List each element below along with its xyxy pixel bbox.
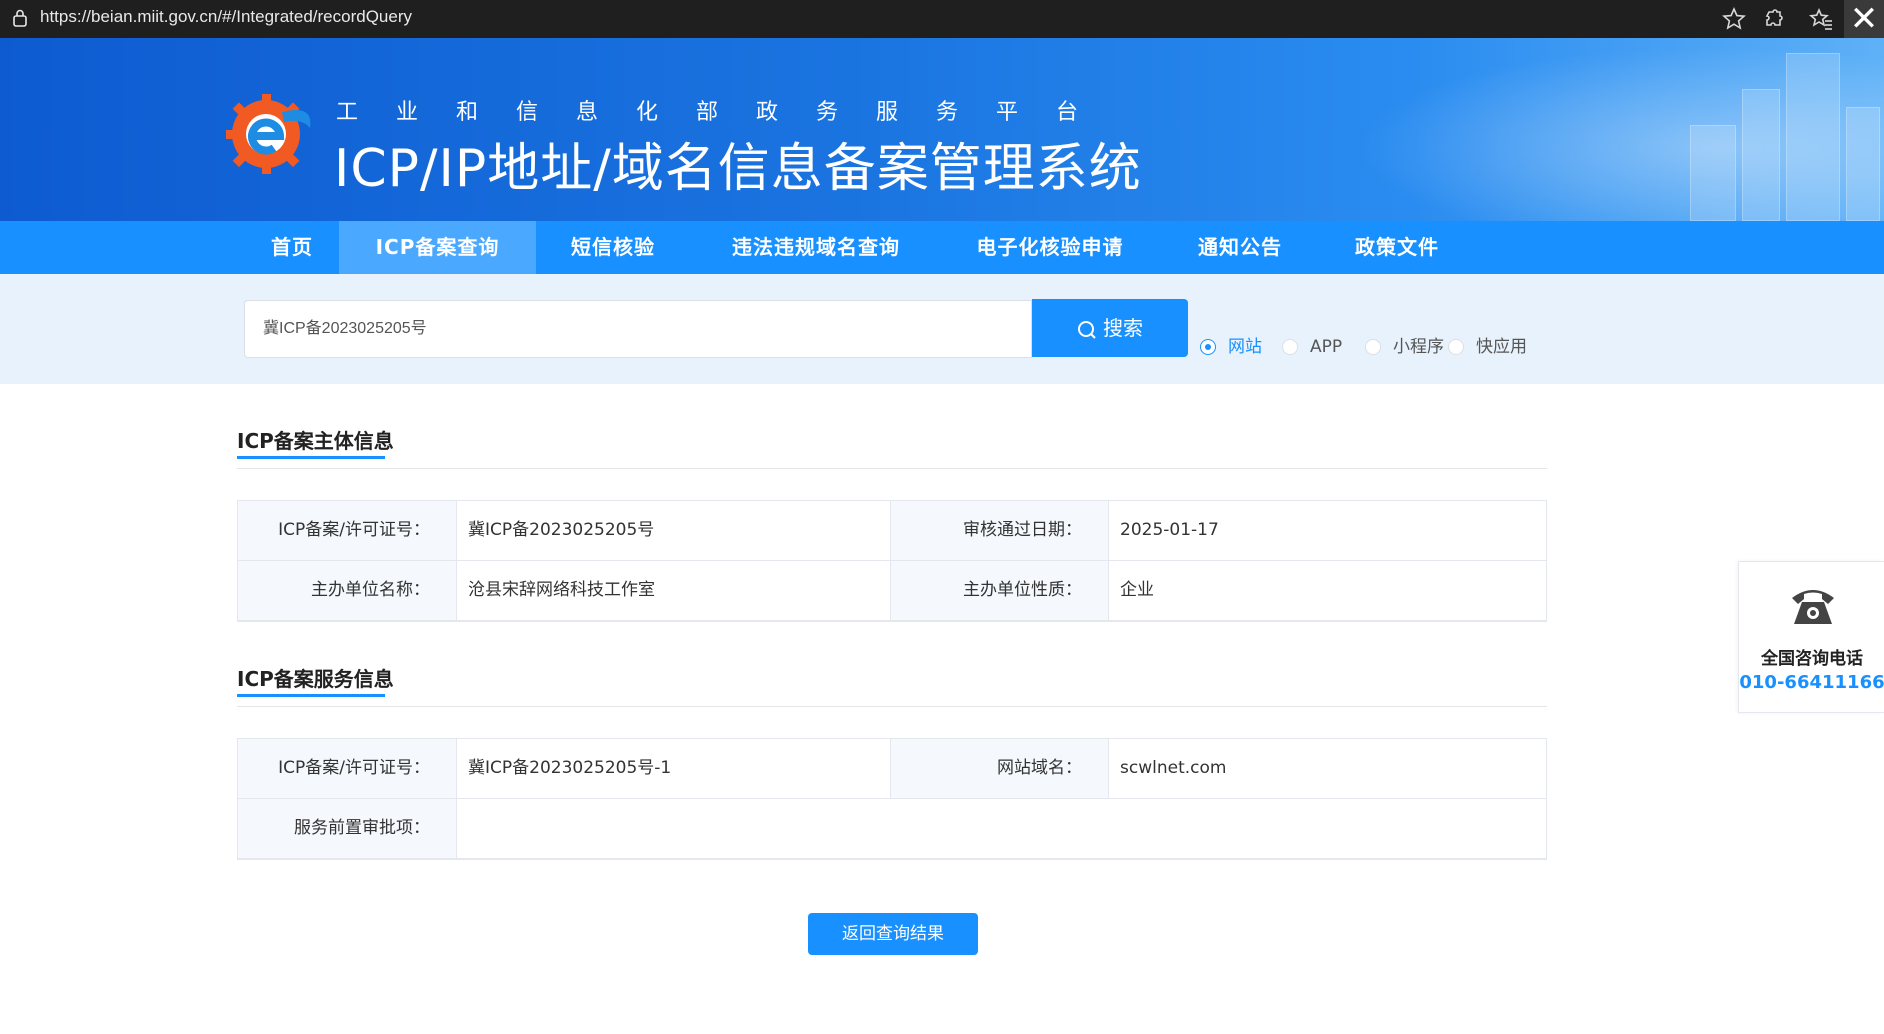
search-type-app[interactable]: APP bbox=[1282, 336, 1352, 358]
consult-title: 全国咨询电话 bbox=[1761, 649, 1863, 669]
phone-icon bbox=[1792, 590, 1834, 624]
search-type-quickapp[interactable]: 快应用 bbox=[1448, 336, 1528, 358]
section-underline bbox=[237, 456, 385, 459]
header-subtitle: 工业和信息化部政务服务平台 bbox=[336, 100, 1117, 125]
search-icon bbox=[1078, 320, 1096, 339]
field-value: 冀ICP备2023025205号 bbox=[468, 520, 655, 540]
banner-building bbox=[1742, 89, 1780, 221]
field-label: 审核通过日期： bbox=[890, 501, 1108, 560]
field-label: 服务前置审批项： bbox=[238, 799, 456, 858]
table-row: 服务前置审批项： bbox=[238, 799, 1546, 859]
column-divider bbox=[1108, 739, 1109, 798]
table-row: 主办单位名称： 沧县宋辞网络科技工作室 主办单位性质： 企业 bbox=[238, 561, 1546, 621]
banner-building bbox=[1846, 107, 1880, 221]
main-nav: 首页 ICP备案查询 短信核验 违法违规域名查询 电子化核验申请 通知公告 政策… bbox=[0, 221, 1884, 274]
radio-label: 小程序 bbox=[1393, 337, 1444, 357]
header-banner: 工业和信息化部政务服务平台 ICP/IP地址/域名信息备案管理系统 bbox=[0, 38, 1884, 221]
radio-label: 快应用 bbox=[1476, 337, 1527, 357]
search-button-label: 搜索 bbox=[1103, 316, 1143, 340]
service-table: ICP备案/许可证号： 冀ICP备2023025205号-1 网站域名： scw… bbox=[237, 738, 1547, 860]
column-divider bbox=[1108, 501, 1109, 621]
address-bar-url[interactable]: https://beian.miit.gov.cn/#/Integrated/r… bbox=[40, 7, 412, 27]
consult-hotline-widget[interactable]: 全国咨询电话 010-66411166 bbox=[1738, 561, 1884, 713]
subject-table: ICP备案/许可证号： 冀ICP备2023025205号 审核通过日期： 202… bbox=[237, 500, 1547, 622]
field-value: 冀ICP备2023025205号-1 bbox=[468, 758, 672, 778]
nav-item-sms-verify[interactable]: 短信核验 bbox=[548, 221, 678, 274]
field-value: 沧县宋辞网络科技工作室 bbox=[468, 580, 655, 600]
field-value: scwlnet.com bbox=[1120, 758, 1227, 778]
miit-logo-icon bbox=[226, 94, 311, 174]
column-divider bbox=[890, 501, 891, 621]
radio-label: 网站 bbox=[1228, 337, 1262, 357]
column-divider bbox=[456, 739, 457, 859]
radio-dot bbox=[1200, 339, 1216, 355]
radio-label: APP bbox=[1310, 337, 1343, 357]
extensions-icon[interactable] bbox=[1760, 6, 1786, 32]
header-title: ICP/IP地址/域名信息备案管理系统 bbox=[334, 139, 1142, 199]
section-underline bbox=[237, 694, 385, 697]
field-label: ICP备案/许可证号： bbox=[238, 501, 456, 560]
banner-building bbox=[1786, 53, 1840, 221]
nav-item-illegal-domain[interactable]: 违法违规域名查询 bbox=[706, 221, 926, 274]
close-icon[interactable]: ✕ bbox=[1844, 0, 1884, 40]
nav-item-home[interactable]: 首页 bbox=[238, 221, 346, 274]
radio-dot bbox=[1365, 339, 1381, 355]
back-to-results-button[interactable]: 返回查询结果 bbox=[808, 913, 978, 955]
field-value: 企业 bbox=[1120, 580, 1154, 600]
field-label: 网站域名： bbox=[890, 739, 1108, 798]
field-value: 2025-01-17 bbox=[1120, 520, 1219, 540]
consult-phone[interactable]: 010-66411166 bbox=[1739, 672, 1884, 693]
search-input[interactable]: 冀ICP备2023025205号 bbox=[244, 300, 1032, 358]
browser-toolbar: https://beian.miit.gov.cn/#/Integrated/r… bbox=[0, 0, 1884, 40]
lock-icon[interactable] bbox=[12, 9, 28, 27]
field-label: 主办单位性质： bbox=[890, 561, 1108, 620]
subject-section-title: ICP备案主体信息 bbox=[237, 429, 394, 453]
section-divider bbox=[237, 706, 1547, 707]
nav-item-notices[interactable]: 通知公告 bbox=[1180, 221, 1300, 274]
search-button[interactable]: 搜索 bbox=[1032, 299, 1188, 357]
star-icon[interactable] bbox=[1721, 6, 1747, 32]
field-label: 主办单位名称： bbox=[238, 561, 456, 620]
field-label: ICP备案/许可证号： bbox=[238, 739, 456, 798]
radio-dot bbox=[1282, 339, 1298, 355]
favorites-icon[interactable] bbox=[1808, 6, 1834, 32]
banner-building bbox=[1690, 125, 1736, 221]
radio-dot bbox=[1448, 339, 1464, 355]
nav-item-policies[interactable]: 政策文件 bbox=[1336, 221, 1458, 274]
nav-item-e-verify[interactable]: 电子化核验申请 bbox=[960, 221, 1140, 274]
nav-item-icp-query[interactable]: ICP备案查询 bbox=[339, 221, 536, 274]
search-type-website[interactable]: 网站 bbox=[1200, 336, 1270, 358]
search-type-miniprogram[interactable]: 小程序 bbox=[1365, 336, 1445, 358]
column-divider bbox=[890, 739, 891, 798]
table-row: ICP备案/许可证号： 冀ICP备2023025205号-1 网站域名： scw… bbox=[238, 739, 1546, 799]
column-divider bbox=[456, 501, 457, 621]
section-divider bbox=[237, 468, 1547, 469]
field-value bbox=[456, 799, 1544, 858]
service-section-title: ICP备案服务信息 bbox=[237, 667, 394, 691]
table-row: ICP备案/许可证号： 冀ICP备2023025205号 审核通过日期： 202… bbox=[238, 501, 1546, 561]
